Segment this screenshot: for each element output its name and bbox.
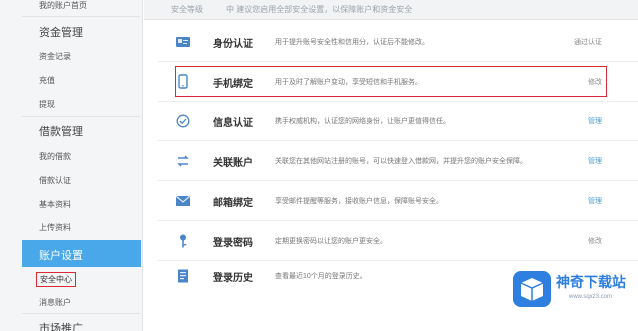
row-title: 关联账户 (213, 158, 253, 169)
envelope-icon (175, 195, 191, 206)
check-circle-icon (176, 114, 190, 128)
sidebar-item-recharge[interactable]: 充值 (39, 75, 55, 86)
row-title: 登录历史 (213, 273, 253, 284)
email-manage-link[interactable]: 管理 (588, 196, 602, 206)
sidebar: 我的账户首页 资金管理 资金记录 充值 提现 借款管理 我的借款 借款认证 基本… (0, 0, 143, 331)
app-window: 我的账户首页 资金管理 资金记录 充值 提现 借款管理 我的借款 借款认证 基本… (0, 0, 638, 331)
site-watermark: 神奇下载站 www.sqxz3.com (511, 268, 629, 308)
security-row-identity: 身份认证 用于提升账号安全性和信用分，认证后不能修改。 通过认证 (144, 22, 638, 62)
row-description: 携手权威机构，认证您的网络身份，让账户更值得信任。 (275, 118, 450, 125)
sidebar-heading-account-settings[interactable]: 账户设置 (22, 240, 141, 267)
row-description: 用于提升账号安全性和信用分，认证后不能修改。 (275, 39, 429, 46)
row-description: 享受邮件提醒等服务，接收账户信息，保障账号安全。 (275, 198, 443, 205)
row-title: 登录密码 (213, 238, 253, 249)
sidebar-item-message-account[interactable]: 消息账户 (39, 297, 71, 308)
sidebar-item-basic-info[interactable]: 基本资料 (39, 199, 71, 210)
row-title: 信息认证 (213, 118, 253, 129)
row-description: 关联您在其他网站注册的账号，可以快速登入借款网，并提升您的账户安全保障。 (275, 158, 527, 165)
sidebar-item-upload-docs[interactable]: 上传资料 (39, 222, 71, 233)
security-row-login-password: 登录密码 定期更换密码以让您的账户更安全。 修改 (144, 221, 638, 261)
security-level-notice: 安全等级 中 建议您启用全部安全设置，以保障账户和资金安全 (144, 0, 638, 20)
row-title: 邮箱绑定 (213, 198, 253, 209)
sidebar-item-fund-records[interactable]: 资金记录 (39, 51, 71, 62)
sidebar-divider (22, 313, 140, 314)
sidebar-item-loan-auth[interactable]: 借款认证 (39, 175, 71, 186)
security-level-label: 安全等级 (171, 5, 203, 14)
sidebar-divider (22, 16, 140, 17)
phone-binding-highlight (175, 66, 607, 97)
sidebar-heading-loans: 借款管理 (39, 126, 83, 138)
identity-status-link[interactable]: 通过认证 (574, 37, 602, 47)
sidebar-divider (22, 116, 140, 117)
key-icon (180, 234, 187, 248)
id-card-icon (176, 37, 190, 47)
linked-accounts-manage-link[interactable]: 管理 (588, 156, 602, 166)
info-auth-manage-link[interactable]: 管理 (588, 116, 602, 126)
security-row-info-auth: 信息认证 携手权威机构，认证您的网络身份，让账户更值得信任。 管理 (144, 101, 638, 141)
sidebar-item-security-center[interactable]: 安全中心 (36, 272, 76, 287)
security-row-linked-accounts: 关联账户 关联您在其他网站注册的账号，可以快速登入借款网，并提升您的账户安全保障… (144, 141, 638, 181)
document-list-icon (178, 269, 188, 283)
row-description: 定期更换密码以让您的账户更安全。 (275, 238, 387, 245)
sidebar-heading-funds: 资金管理 (39, 27, 83, 39)
watermark-url: www.sqxz3.com (569, 294, 613, 300)
link-arrows-icon (177, 155, 189, 167)
password-modify-link[interactable]: 修改 (588, 236, 602, 246)
sidebar-item-withdraw[interactable]: 提现 (39, 99, 55, 110)
security-level-text: 中 建议您启用全部安全设置，以保障账户和资金安全 (226, 5, 413, 14)
row-description: 查看最近10个月的登录历史。 (275, 273, 367, 280)
watermark-site-name: 神奇下载站 (556, 274, 626, 290)
sidebar-item-account-home[interactable]: 我的账户首页 (39, 0, 87, 11)
sidebar-item-my-loans[interactable]: 我的借款 (39, 151, 71, 162)
security-row-email: 邮箱绑定 享受邮件提醒等服务，接收账户信息，保障账号安全。 管理 (144, 181, 638, 221)
cube-logo-icon (513, 271, 551, 307)
row-title: 身份认证 (213, 39, 253, 50)
sidebar-heading-marketing: 市场推广 (39, 323, 83, 331)
